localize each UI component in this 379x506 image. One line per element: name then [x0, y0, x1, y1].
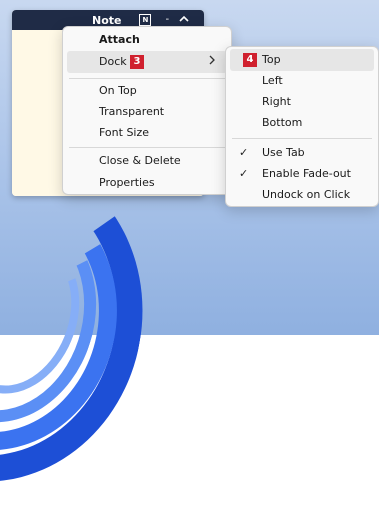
menu-separator [232, 138, 372, 139]
checkmark-icon: ✓ [239, 167, 249, 180]
submenu-item-label: Use Tab [262, 146, 305, 159]
submenu-item-use-tab[interactable]: ✓ Use Tab [230, 142, 374, 164]
submenu-item-label: Top [262, 53, 281, 66]
menu-item-label: Transparent [99, 105, 165, 118]
menu-item-label: On Top [99, 84, 137, 97]
menu-item-dock[interactable]: Dock 3 [67, 51, 227, 73]
menu-item-label: Close & Delete [99, 154, 181, 167]
step-badge-4: 4 [243, 53, 257, 67]
submenu-item-bottom[interactable]: Bottom [230, 112, 374, 134]
note-context-menu: Attach Dock 3 On Top Transparent Font Si… [62, 26, 232, 195]
submenu-item-label: Undock on Click [262, 188, 351, 201]
menu-item-properties[interactable]: Properties [67, 172, 227, 194]
menu-separator [69, 147, 225, 148]
menu-item-label: Font Size [99, 126, 150, 139]
collapse-icon[interactable] [179, 15, 189, 25]
submenu-item-label: Right [262, 95, 291, 108]
submenu-item-left[interactable]: Left [230, 70, 374, 92]
menu-item-label: Dock [99, 55, 127, 68]
submenu-arrow-icon [209, 54, 215, 68]
checkmark-icon: ✓ [239, 146, 249, 159]
submenu-item-enable-fade-out[interactable]: ✓ Enable Fade-out [230, 163, 374, 185]
menu-separator [69, 78, 225, 79]
menu-item-font-size[interactable]: Font Size [67, 122, 227, 144]
menu-item-close-delete[interactable]: Close & Delete [67, 150, 227, 172]
note-title: Note [92, 13, 122, 27]
submenu-item-label: Left [262, 74, 283, 87]
submenu-item-top[interactable]: 4 Top [230, 49, 374, 71]
step-badge-3: 3 [130, 55, 144, 69]
menu-item-attach[interactable]: Attach [67, 29, 227, 51]
menu-item-label: Attach [99, 33, 140, 46]
menu-item-label: Properties [99, 176, 155, 189]
menu-item-on-top[interactable]: On Top [67, 80, 227, 102]
note-n-button[interactable]: N [139, 14, 152, 26]
submenu-item-undock-on-click[interactable]: Undock on Click [230, 184, 374, 206]
submenu-item-label: Enable Fade-out [262, 167, 351, 180]
submenu-item-label: Bottom [262, 116, 303, 129]
menu-item-transparent[interactable]: Transparent [67, 101, 227, 123]
submenu-item-right[interactable]: Right [230, 91, 374, 113]
minimize-icon[interactable]: - [165, 15, 169, 25]
dock-submenu: 4 Top Left Right Bottom ✓ Use Tab ✓ Enab… [225, 46, 379, 207]
